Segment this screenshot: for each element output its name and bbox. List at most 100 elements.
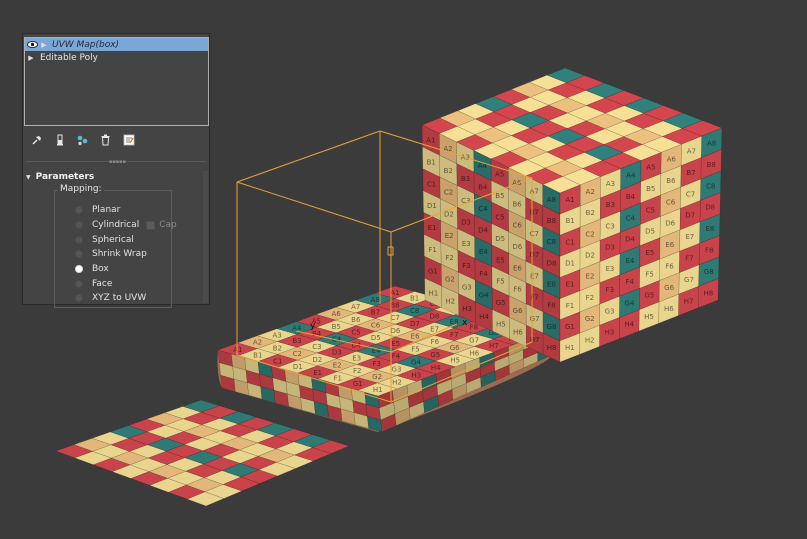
cube-left-tile-label: H6 [513, 328, 523, 336]
show-end-result-icon[interactable] [53, 134, 66, 147]
configure-modifier-sets-icon[interactable] [122, 134, 135, 147]
cap-checkbox[interactable]: Cap [146, 220, 177, 230]
cube-right-tile-label: C3 [606, 222, 615, 230]
cushion-top-tile-label: H5 [450, 357, 460, 365]
cushion-top-tile-label: E1 [313, 369, 322, 377]
cube-right-tile-label: D5 [645, 228, 655, 236]
cushion-top-tile-label: D3 [332, 349, 342, 357]
cube-right-tile-label: B4 [626, 193, 636, 201]
cube-right-tile-label: E7 [685, 233, 694, 241]
stack-item-uvw-map[interactable]: ▶ UVW Map(box) [25, 38, 208, 51]
radio-button[interactable] [75, 280, 83, 288]
cushion-top-tile-label: D5 [371, 334, 381, 342]
cube-left-tile-label: G3 [462, 283, 472, 291]
cube-left-tile-label: F8 [547, 302, 555, 310]
cube-left-tile-label: B4 [478, 184, 488, 192]
cube-left-tile-label: H5 [496, 321, 506, 329]
cube-left-tile-label: A5 [495, 171, 504, 179]
cushion-top-tile-label: C2 [293, 350, 302, 358]
cushion-top-tile-label: F7 [450, 331, 458, 339]
cushion-top-tile-label: F8 [470, 324, 478, 332]
cube-right-tile-label: A2 [586, 188, 595, 196]
radio-button-selected[interactable] [75, 265, 83, 273]
radio-spherical[interactable]: Spherical [75, 235, 134, 245]
rollout-title: Parameters [35, 172, 95, 182]
cube-left-tile-label: F1 [428, 246, 436, 254]
cube-right-tile-label: F7 [685, 255, 693, 263]
stack-item-label: Editable Poly [40, 52, 98, 63]
cube-left-tile-label: C6 [513, 222, 523, 230]
make-unique-icon[interactable] [76, 134, 89, 147]
cube-right-tile-label: F5 [645, 270, 653, 278]
triangle-right-icon[interactable]: ▶ [39, 41, 49, 49]
cushion-top-tile-label: B1 [253, 352, 262, 360]
radio-face[interactable]: Face [75, 279, 112, 289]
cushion-top-tile-label: H6 [470, 349, 480, 357]
checkbox-box[interactable] [146, 220, 156, 230]
cube-right-tile-label: A4 [626, 172, 636, 180]
cube-right-tile-label: H1 [565, 344, 575, 352]
radio-button[interactable] [75, 294, 83, 302]
cube-left-tile-label: D8 [547, 259, 557, 267]
radio-button[interactable] [75, 221, 83, 229]
cube-left-tile-label: G8 [547, 323, 557, 331]
cushion-top-tile-label: F2 [353, 367, 361, 375]
cube-right-tile-label: C7 [686, 190, 695, 198]
cushion-top-tile-label: C5 [351, 329, 360, 337]
cushion-top-tile-label: F5 [411, 345, 419, 353]
cube-right-tile-label: D6 [665, 220, 675, 228]
cube-right-tile-label: G3 [605, 307, 615, 315]
pin-stack-icon[interactable] [30, 134, 43, 147]
cube-left-tile-label: G4 [479, 291, 489, 299]
cube-left-tile-label: B7 [530, 209, 539, 217]
cube-right-tile-label: B1 [565, 217, 574, 225]
parameters-rollout-header[interactable]: ▼ Parameters [26, 171, 202, 183]
cube-left-tile-label: E2 [445, 232, 454, 240]
panel-scrollbar[interactable] [203, 171, 208, 303]
cushion-top-tile-label: F1 [333, 375, 341, 383]
cube-right-tile-label: H4 [624, 321, 634, 329]
cushion-top-tile-label: C6 [371, 321, 381, 329]
radio-xyz-to-uvw[interactable]: XYZ to UVW [75, 293, 146, 303]
cushion-top-tile-label: D8 [429, 313, 439, 321]
cushion-top-tile-label: B4 [312, 330, 322, 338]
cushion-top-tile-label: C3 [312, 343, 321, 351]
cushion-top-tile-label: F4 [392, 353, 401, 361]
modifier-stack-list[interactable]: ▶ UVW Map(box) ▶ Editable Poly [24, 37, 209, 126]
cushion-top-tile-label: H2 [392, 379, 402, 387]
radio-button[interactable] [75, 250, 83, 258]
cushion-top-tile-label: F6 [431, 338, 440, 346]
radio-cylindrical[interactable]: Cylindrical Cap [75, 220, 177, 230]
cube-right-tile-label: E1 [566, 281, 575, 289]
cube-right-tile-label: G8 [704, 268, 714, 276]
scrollbar-thumb[interactable] [203, 171, 208, 303]
cube-left-tile-label: B1 [427, 159, 436, 167]
stack-item-editable-poly[interactable]: ▶ Editable Poly [25, 51, 208, 64]
cube-right-tile-label: C2 [585, 230, 594, 238]
radio-planar[interactable]: Planar [75, 205, 120, 215]
radio-button[interactable] [75, 236, 83, 244]
eye-icon[interactable] [25, 39, 39, 50]
cube-left-tile-label: H2 [445, 297, 455, 305]
radio-box[interactable]: Box [75, 264, 109, 274]
cube-left-tile-label: A8 [547, 196, 556, 204]
cube-right-tile-label: E3 [605, 265, 614, 273]
cube-left-tile-label: B2 [444, 167, 453, 175]
cube-left-tile-label: H4 [479, 313, 489, 321]
cushion-top-tile-label: A8 [371, 296, 380, 304]
cube-right-tile-label: H8 [704, 290, 714, 298]
gizmo-edge[interactable] [236, 181, 392, 233]
cube-right-tile-label: A7 [687, 147, 696, 155]
cube-left-tile-label: A1 [426, 137, 435, 145]
cube-right-tile-label: E5 [645, 249, 654, 257]
divider-grip-icon[interactable]: ▪▪▪▪▪ [109, 159, 126, 165]
radio-button[interactable] [75, 206, 83, 214]
cushion-top-tile-label: C1 [273, 357, 282, 365]
triangle-down-icon: ▼ [26, 173, 31, 181]
cushion-top-tile-label: G1 [353, 380, 363, 388]
remove-modifier-icon[interactable] [99, 134, 112, 147]
cushion-top-tile-label: G5 [430, 351, 440, 359]
radio-shrink-wrap[interactable]: Shrink Wrap [75, 249, 147, 259]
gizmo-edge[interactable] [236, 130, 381, 183]
triangle-right-icon[interactable]: ▶ [25, 54, 37, 62]
